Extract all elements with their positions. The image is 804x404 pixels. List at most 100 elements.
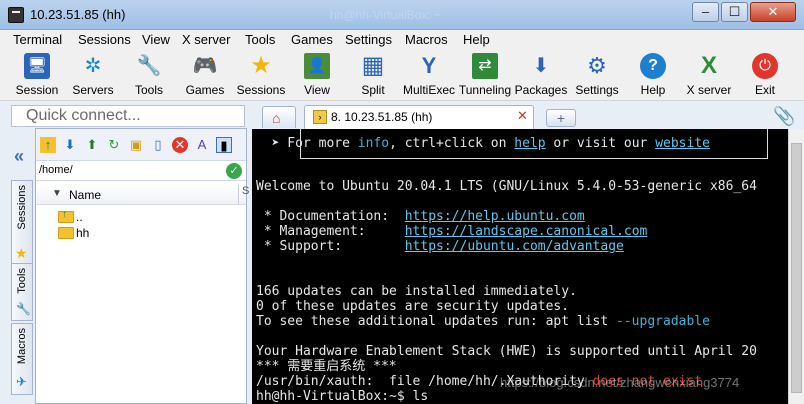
- paperclip-icon[interactable]: 📎: [773, 106, 795, 127]
- menu-bar: Terminal Sessions View X server Tools Ga…: [0, 30, 804, 49]
- tunneling-button[interactable]: ⇄ Tunneling: [457, 51, 513, 99]
- servers-icon: ✲: [84, 55, 102, 77]
- terminal-line: To see these additional updates run: apt…: [256, 314, 710, 329]
- maximize-button[interactable]: ☐: [721, 2, 748, 22]
- new-folder-icon[interactable]: ▣: [128, 137, 144, 153]
- sftp-column-header: ▼ Name S: [36, 185, 249, 205]
- main-toolbar: 🖥 Session ✲ Servers 🔧 Tools 🎮 Games ★ Se…: [0, 49, 804, 101]
- sftp-path: /home/: [39, 164, 73, 176]
- view-button[interactable]: 👤 View: [289, 51, 345, 99]
- side-tab-sessions[interactable]: Sessions ★: [11, 180, 33, 266]
- power-icon: ⏻: [752, 53, 778, 79]
- side-tab-macros[interactable]: Macros ✈: [11, 323, 33, 395]
- xserver-label: X server: [686, 83, 732, 97]
- terminal-link[interactable]: https://landscape.canonical.com: [405, 224, 648, 239]
- menu-settings[interactable]: Settings: [345, 32, 392, 47]
- tunneling-icon: ⇄: [472, 53, 498, 79]
- collapse-sidebar-icon[interactable]: «: [14, 146, 24, 167]
- column-size[interactable]: S: [238, 185, 249, 205]
- refresh-icon[interactable]: ↻: [106, 137, 122, 153]
- tools-button[interactable]: 🔧 Tools: [121, 51, 177, 99]
- check-icon[interactable]: ✓: [226, 163, 242, 179]
- menu-tools[interactable]: Tools: [245, 32, 275, 47]
- mobaxterm-app-icon: [8, 7, 24, 23]
- menu-games[interactable]: Games: [291, 32, 333, 47]
- terminal-view[interactable]: ➤ For more info, ctrl+click on help or v…: [252, 129, 788, 404]
- sessions-button[interactable]: ★ Sessions: [233, 51, 289, 99]
- session-label: Session: [15, 83, 59, 97]
- servers-button[interactable]: ✲ Servers: [65, 51, 121, 99]
- help-icon: ?: [640, 53, 666, 79]
- servers-label: Servers: [72, 83, 114, 97]
- sftp-path-bar[interactable]: /home/ ✓: [36, 161, 246, 181]
- parent-folder-icon[interactable]: ↑: [40, 137, 56, 153]
- session-tab[interactable]: › 8. 10.23.51.85 (hh) ✕: [304, 105, 534, 129]
- menu-macros[interactable]: Macros: [405, 32, 448, 47]
- new-file-icon[interactable]: ▯: [150, 137, 166, 153]
- scrollbar-thumb[interactable]: [791, 143, 802, 393]
- terminal-tab-icon: ›: [313, 110, 327, 124]
- terminal-line: Your Hardware Enablement Stack (HWE) is …: [256, 344, 757, 359]
- packages-icon: ⬇: [532, 55, 550, 77]
- rename-icon[interactable]: A: [194, 137, 210, 153]
- xserver-button[interactable]: X X server: [681, 51, 737, 99]
- sftp-panel: ↑ ⬇ ⬆ ↻ ▣ ▯ ✕ A ▮ /home/ ✓ ▼ Name S .. h…: [35, 128, 249, 404]
- delete-icon[interactable]: ✕: [172, 137, 188, 153]
- close-tab-button[interactable]: ✕: [517, 108, 528, 124]
- home-tab[interactable]: ⌂: [262, 106, 296, 128]
- side-tabs: « Sessions ★ Tools 🔧 Macros ✈: [11, 128, 33, 404]
- terminal-link[interactable]: https://ubuntu.com/advantage: [405, 239, 624, 254]
- terminal-link[interactable]: website: [655, 136, 710, 151]
- download-icon[interactable]: ⬇: [62, 137, 78, 153]
- split-button[interactable]: ▦ Split: [345, 51, 401, 99]
- terminal-link[interactable]: https://help.ubuntu.com: [405, 209, 585, 224]
- column-name[interactable]: Name: [69, 188, 101, 202]
- help-button[interactable]: ? Help: [625, 51, 681, 99]
- window-title: 10.23.51.85 (hh): [30, 7, 126, 22]
- file-row-hh[interactable]: hh: [58, 225, 89, 241]
- title-bar: 10.23.51.85 (hh) hh@hh-VirtualBox: ~ – ☐…: [0, 0, 804, 30]
- settings-label: Settings: [575, 83, 619, 97]
- sftp-toolbar: ↑ ⬇ ⬆ ↻ ▣ ▯ ✕ A ▮: [36, 129, 246, 161]
- close-button[interactable]: ✕: [750, 2, 796, 22]
- tunneling-label: Tunneling: [458, 83, 512, 97]
- follow-terminal-icon[interactable]: ▮: [216, 137, 232, 153]
- window-title-ghost: hh@hh-VirtualBox: ~: [330, 8, 442, 22]
- quick-connect-placeholder: Quick connect...: [26, 107, 141, 124]
- upload-icon[interactable]: ⬆: [84, 137, 100, 153]
- menu-help[interactable]: Help: [463, 32, 490, 47]
- exit-label: Exit: [754, 83, 775, 97]
- new-tab-button[interactable]: +: [546, 109, 576, 127]
- menu-terminal[interactable]: Terminal: [13, 32, 62, 47]
- file-name: ..: [76, 209, 83, 224]
- quick-connect-input[interactable]: Quick connect...: [11, 105, 245, 127]
- sort-arrow-icon: ▼: [52, 188, 62, 199]
- side-tab-sessions-label: Sessions: [16, 185, 28, 230]
- multiexec-button[interactable]: Y MultiExec: [401, 51, 457, 99]
- multiexec-icon: Y: [421, 53, 437, 78]
- side-tab-tools-label: Tools: [16, 268, 28, 294]
- games-button[interactable]: 🎮 Games: [177, 51, 233, 99]
- menu-x-server[interactable]: X server: [182, 32, 230, 47]
- multiexec-label: MultiExec: [402, 83, 455, 97]
- watermark-text: https://blog.csdn.net/zhangwenxiang3774: [500, 375, 740, 390]
- terminal-scrollbar[interactable]: [788, 129, 804, 404]
- menu-view[interactable]: View: [142, 32, 170, 47]
- session-button[interactable]: 🖥 Session: [9, 51, 65, 99]
- session-icon: 🖥: [24, 53, 50, 79]
- exit-button[interactable]: ⏻ Exit: [737, 51, 793, 99]
- packages-button[interactable]: ⬇ Packages: [513, 51, 569, 99]
- xserver-icon: X: [700, 52, 717, 79]
- terminal-link[interactable]: help: [514, 136, 545, 151]
- menu-sessions[interactable]: Sessions: [78, 32, 131, 47]
- session-tab-label: 8. 10.23.51.85 (hh): [331, 110, 433, 124]
- settings-button[interactable]: ⚙ Settings: [569, 51, 625, 99]
- terminal-line: 166 updates can be installed immediately…: [256, 284, 577, 299]
- games-label: Games: [185, 83, 225, 97]
- split-icon: ▦: [361, 52, 385, 79]
- side-tab-tools[interactable]: Tools 🔧: [11, 263, 33, 321]
- tools-icon: 🔧: [16, 302, 31, 316]
- file-row-parent[interactable]: ..: [58, 209, 83, 225]
- minimize-button[interactable]: –: [692, 2, 719, 22]
- terminal-line: * Management: https://landscape.canonica…: [256, 224, 648, 239]
